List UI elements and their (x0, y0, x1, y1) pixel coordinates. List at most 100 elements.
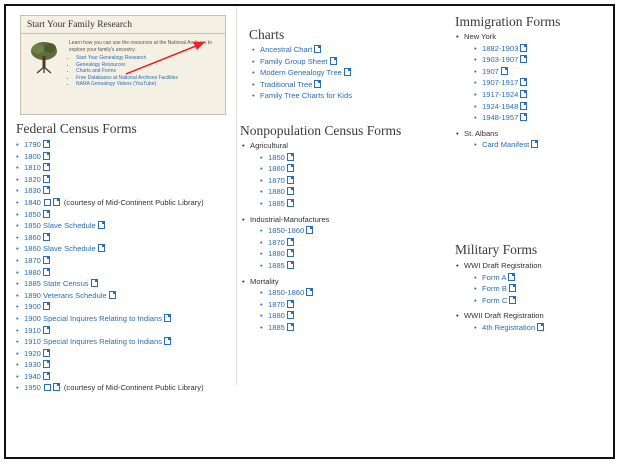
pdf-icon[interactable] (500, 66, 508, 75)
immigration-new-york-1903-1907[interactable]: 1903-1907 (474, 54, 538, 66)
pdf-icon[interactable] (508, 272, 516, 281)
external-link-icon[interactable] (43, 198, 51, 206)
pdf-icon[interactable] (286, 237, 294, 246)
pdf-icon[interactable] (164, 313, 172, 322)
federal-census-1910-special-inquires-relating-to-indians-label[interactable]: 1910 Special Inquires Relating to Indian… (24, 337, 162, 346)
federal-census-1890-veterans-schedule[interactable]: 1890 Veterans Schedule (16, 290, 204, 302)
immigration-new-york-1917-1924-label[interactable]: 1917-1924 (482, 90, 518, 99)
pdf-icon[interactable] (520, 113, 528, 122)
pdf-icon[interactable] (314, 45, 322, 53)
military-wwi-draft-registration-form-c[interactable]: Form C (474, 295, 544, 307)
nonpop-industrial-manufactures-1885[interactable]: 1885 (260, 260, 329, 272)
promo-link-start-your-genealogy-research[interactable]: Start Your Genealogy Research (76, 55, 178, 62)
military-wwii-draft-registration-4th-registration[interactable]: 4th Registration (474, 322, 545, 334)
federal-census-1860-slave-schedule-label[interactable]: 1860 Slave Schedule (24, 244, 96, 253)
pdf-icon[interactable] (42, 348, 50, 357)
pdf-icon[interactable] (286, 152, 294, 161)
pdf-icon[interactable] (42, 209, 50, 218)
pdf-icon[interactable] (306, 288, 314, 297)
federal-census-1910[interactable]: 1910 (16, 325, 204, 337)
chart-family-tree-charts-for-kids[interactable]: Family Tree Charts for Kids (252, 90, 352, 102)
nonpop-agricultural-1850[interactable]: 1850 (260, 152, 329, 164)
federal-census-1830-label[interactable]: 1830 (24, 186, 41, 195)
federal-census-1820[interactable]: 1820 (16, 174, 204, 186)
external-link-icon[interactable] (43, 384, 51, 392)
federal-census-1890-veterans-schedule-label[interactable]: 1890 Veterans Schedule (24, 291, 107, 300)
federal-census-1940-label[interactable]: 1940 (24, 372, 41, 381)
nonpop-industrial-manufactures-1880-label[interactable]: 1880 (268, 249, 285, 258)
federal-census-1860-label[interactable]: 1860 (24, 233, 41, 242)
pdf-icon[interactable] (52, 383, 60, 392)
pdf-icon[interactable] (520, 101, 528, 110)
federal-census-1910-special-inquires-relating-to-indians[interactable]: 1910 Special Inquires Relating to Indian… (16, 336, 204, 348)
federal-census-1870-label[interactable]: 1870 (24, 256, 41, 265)
pdf-icon[interactable] (508, 284, 516, 293)
federal-census-1920-label[interactable]: 1920 (24, 349, 41, 358)
federal-census-1850-label[interactable]: 1850 (24, 210, 41, 219)
pdf-icon[interactable] (42, 140, 50, 148)
federal-census-1900-special-inquires-relating-to-indians[interactable]: 1900 Special Inquires Relating to Indian… (16, 313, 204, 325)
immigration-new-york-1907[interactable]: 1907 (474, 66, 538, 78)
federal-census-1790[interactable]: 1790 (16, 139, 204, 151)
pdf-icon[interactable] (42, 371, 50, 380)
nonpop-mortality-1850-1860-label[interactable]: 1850-1860 (268, 288, 304, 297)
nonpop-mortality-1870-label[interactable]: 1870 (268, 300, 285, 309)
nonpop-agricultural-1870-label[interactable]: 1870 (268, 176, 285, 185)
immigration-new-york-1917-1924[interactable]: 1917-1924 (474, 89, 538, 101)
pdf-icon[interactable] (90, 279, 98, 288)
chart-modern-genealogy-tree-label[interactable]: Modern Genealogy Tree (260, 68, 342, 77)
promo-link-nara-genealogy-videos-youtube[interactable]: NARA Genealogy Videos (YouTube) (76, 81, 178, 88)
nonpop-mortality-1885-label[interactable]: 1885 (268, 323, 285, 332)
chart-family-tree-charts-for-kids-label[interactable]: Family Tree Charts for Kids (260, 91, 352, 100)
federal-census-1885-state-census-label[interactable]: 1885 State Census (24, 279, 89, 288)
nonpop-agricultural-1860[interactable]: 1860 (260, 163, 329, 175)
federal-census-1930-label[interactable]: 1930 (24, 360, 41, 369)
immigration-new-york-1907-label[interactable]: 1907 (482, 67, 499, 76)
federal-census-1920[interactable]: 1920 (16, 348, 204, 360)
pdf-icon[interactable] (286, 198, 294, 207)
military-wwi-draft-registration-form-c-label[interactable]: Form C (482, 296, 507, 305)
federal-census-1950-label[interactable]: 1950 (24, 383, 41, 392)
pdf-icon[interactable] (42, 186, 50, 195)
nonpop-agricultural-1870[interactable]: 1870 (260, 175, 329, 187)
pdf-icon[interactable] (306, 226, 314, 235)
military-wwi-draft-registration-form-a[interactable]: Form A (474, 272, 544, 284)
pdf-icon[interactable] (286, 164, 294, 173)
pdf-icon[interactable] (343, 68, 351, 77)
pdf-icon[interactable] (42, 360, 50, 369)
chart-modern-genealogy-tree[interactable]: Modern Genealogy Tree (252, 67, 352, 79)
chart-ancestral-chart-label[interactable]: Ancestral Chart (260, 45, 312, 54)
pdf-icon[interactable] (42, 151, 50, 160)
nonpop-mortality-1870[interactable]: 1870 (260, 299, 329, 311)
chart-family-group-sheet[interactable]: Family Group Sheet (252, 56, 352, 68)
federal-census-1950[interactable]: 1950 (courtesy of Mid-Continent Public Li… (16, 382, 204, 394)
immigration-new-york-1882-1903-label[interactable]: 1882-1903 (482, 44, 518, 53)
federal-census-1860-slave-schedule[interactable]: 1860 Slave Schedule (16, 243, 204, 255)
nonpop-industrial-manufactures-1850-1860[interactable]: 1850-1860 (260, 225, 329, 237)
immigration-new-york-1903-1907-label[interactable]: 1903-1907 (482, 55, 518, 64)
immigration-new-york-1924-1948-label[interactable]: 1924-1948 (482, 102, 518, 111)
military-wwi-draft-registration-form-b-label[interactable]: Form B (482, 284, 507, 293)
pdf-icon[interactable] (286, 299, 294, 308)
pdf-icon[interactable] (286, 187, 294, 196)
nonpop-industrial-manufactures-1880[interactable]: 1880 (260, 248, 329, 260)
immigration-new-york-1948-1957-label[interactable]: 1948-1957 (482, 113, 518, 122)
pdf-icon[interactable] (42, 163, 50, 172)
federal-census-1930[interactable]: 1930 (16, 359, 204, 371)
pdf-icon[interactable] (520, 78, 528, 87)
nonpop-mortality-1850-1860[interactable]: 1850-1860 (260, 287, 329, 299)
federal-census-1810-label[interactable]: 1810 (24, 163, 41, 172)
federal-census-1820-label[interactable]: 1820 (24, 175, 41, 184)
pdf-icon[interactable] (97, 244, 105, 253)
nonpop-agricultural-1880[interactable]: 1880 (260, 186, 329, 198)
pdf-icon[interactable] (520, 89, 528, 98)
pdf-icon[interactable] (537, 322, 545, 331)
federal-census-1810[interactable]: 1810 (16, 162, 204, 174)
chart-traditional-tree[interactable]: Traditional Tree (252, 79, 352, 91)
nonpop-agricultural-1860-label[interactable]: 1860 (268, 164, 285, 173)
immigration-st-albans-card-manifest[interactable]: Card Manifest (474, 139, 539, 151)
immigration-new-york-1907-1917-label[interactable]: 1907-1917 (482, 78, 518, 87)
immigration-new-york-1907-1917[interactable]: 1907-1917 (474, 77, 538, 89)
federal-census-1880[interactable]: 1880 (16, 267, 204, 279)
pdf-icon[interactable] (52, 197, 60, 206)
